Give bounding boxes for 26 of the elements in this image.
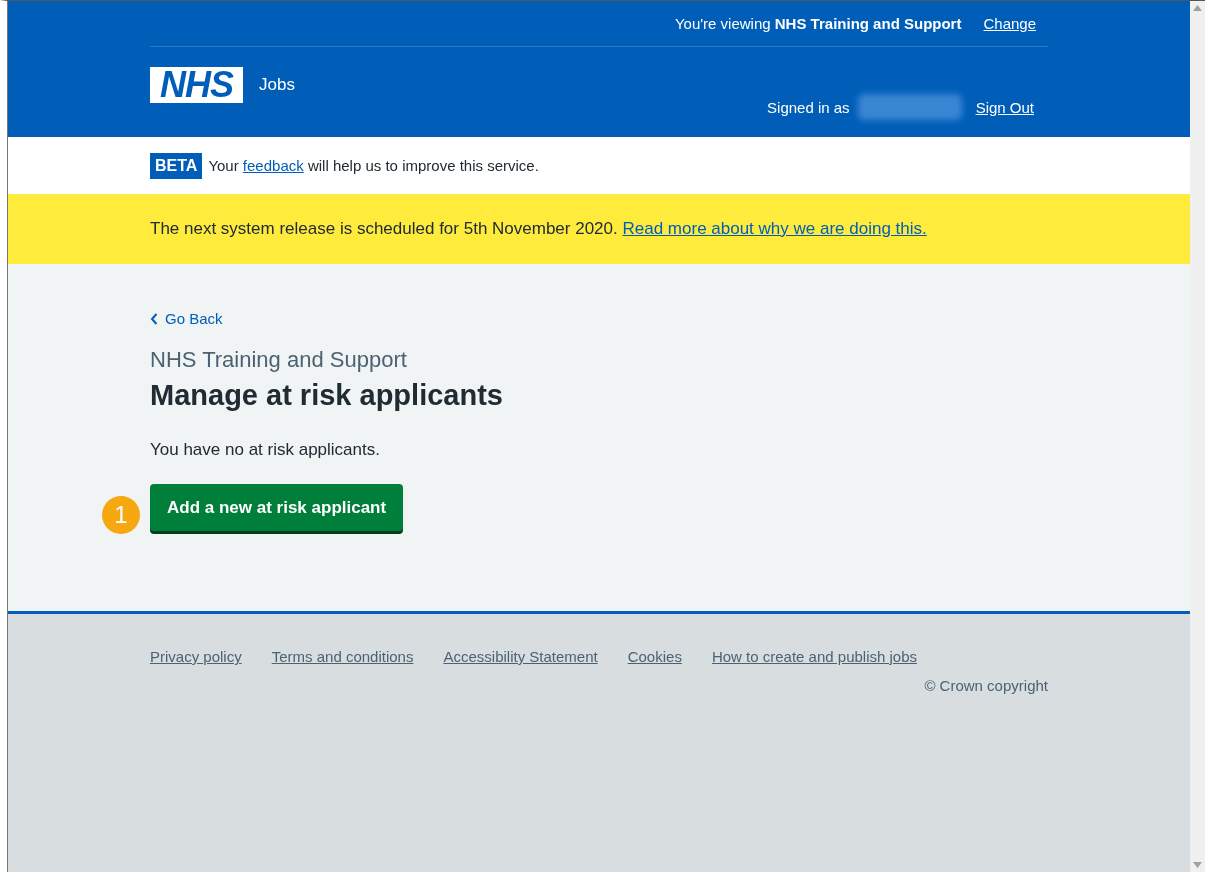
- read-more-link[interactable]: Read more about why we are doing this.: [622, 219, 927, 238]
- go-back-link[interactable]: Go Back: [150, 310, 223, 327]
- scroll-down-icon[interactable]: [1193, 862, 1202, 868]
- step-badge: 1: [102, 495, 140, 534]
- change-link[interactable]: Change: [983, 15, 1036, 32]
- copyright-text: © Crown copyright: [924, 677, 1048, 694]
- footer-link[interactable]: How to create and publish jobs: [711, 648, 917, 665]
- feedback-message: Your feedback will help us to improve this service.: [208, 157, 539, 174]
- footer-link[interactable]: Cookies: [627, 648, 682, 665]
- footer-link[interactable]: Accessibility Statement: [443, 648, 598, 665]
- chevron-left-icon: [150, 312, 158, 325]
- sign-out-link[interactable]: Sign Out: [975, 98, 1034, 116]
- empty-message: You have no at risk applicants.: [150, 439, 381, 460]
- viewing-organisation-text: You're viewing NHS Training and Support: [674, 15, 962, 32]
- page-heading: Manage at risk applicants: [150, 378, 504, 412]
- nhs-logo[interactable]: NHS: [150, 67, 243, 103]
- signed-in-label: Signed in as: [767, 98, 850, 116]
- add-applicant-button[interactable]: Add a new at risk applicant: [150, 483, 404, 531]
- beta-tag: BETA: [150, 152, 203, 179]
- footer-link[interactable]: Terms and conditions: [271, 648, 414, 665]
- footer-link[interactable]: Privacy policy: [150, 648, 242, 665]
- release-notice: The next system release is scheduled for 5th November 2020.: [150, 219, 618, 238]
- feedback-link[interactable]: feedback: [242, 157, 304, 174]
- service-name: Jobs: [259, 74, 295, 95]
- organisation-caption: NHS Training and Support: [150, 346, 408, 373]
- scroll-up-icon[interactable]: [1193, 5, 1202, 11]
